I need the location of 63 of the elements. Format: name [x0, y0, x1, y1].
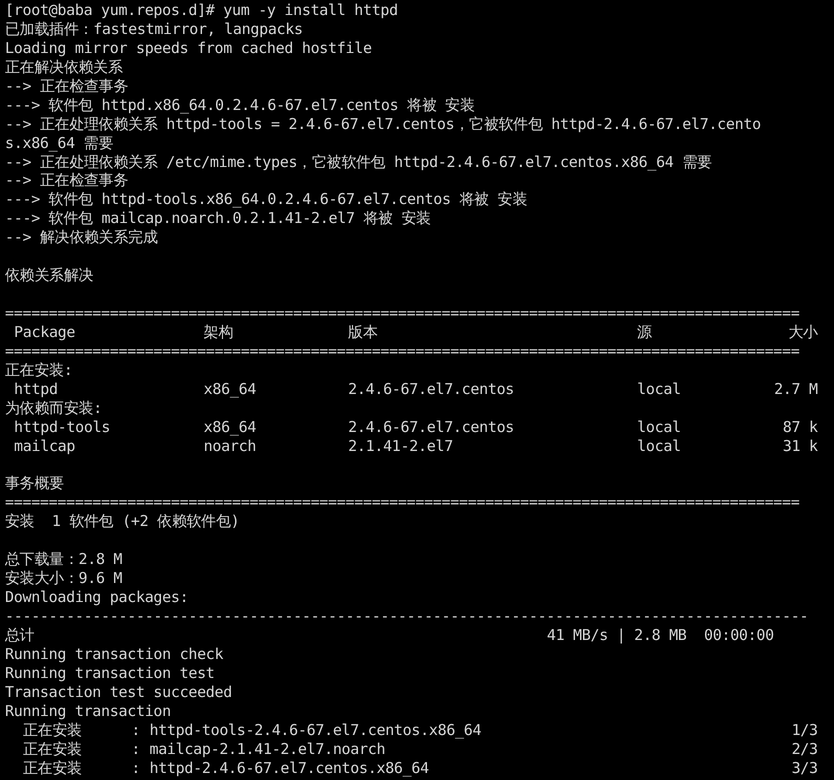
table-cell: x86_64	[204, 380, 256, 399]
terminal-line: 为依赖而安装:	[5, 398, 102, 418]
package-name: httpd-tools-2.4.6-67.el7.centos.x86_64	[149, 720, 482, 740]
total-label: 总计	[5, 626, 34, 645]
table-cell: 2.4.6-67.el7.centos	[348, 418, 514, 437]
terminal-line: Running transaction	[5, 702, 171, 721]
install-status: 正在安装	[23, 740, 82, 759]
colon-separator: :	[131, 720, 140, 740]
column-header: 版本	[348, 322, 378, 342]
terminal-line: [root@baba yum.repos.d]# yum -y install httpd	[5, 1, 398, 20]
table-cell: 31 k	[782, 436, 818, 456]
terminal-line: 事务概要	[5, 474, 64, 494]
column-header: 架构	[204, 322, 234, 342]
terminal-line: --> 正在检查事务	[5, 76, 128, 96]
table-cell: local	[637, 436, 681, 456]
separator-rule: ===========================================================================================	[5, 493, 800, 512]
colon-separator: :	[131, 758, 140, 778]
terminal-line: Loading mirror speeds from cached hostfile	[5, 38, 372, 58]
column-header: Package	[14, 322, 76, 342]
terminal-line: 安装 1 软件包 (+2 依赖软件包)	[5, 512, 240, 532]
colon-separator: :	[131, 740, 140, 759]
table-cell: x86_64	[204, 418, 256, 437]
table-cell: 2.1.41-2.el7	[348, 436, 453, 456]
terminal-line: --> 正在处理依赖关系 /etc/mime.types，它被软件包 httpd-2.4.6-67.el7.centos.x86_64 需要	[5, 152, 712, 172]
terminal-line: 已加载插件：fastestmirror, langpacks	[5, 20, 303, 39]
table-cell: mailcap	[14, 436, 76, 456]
terminal-line: 安装大小：9.6 M	[5, 569, 122, 588]
table-cell: local	[637, 418, 681, 437]
terminal-line: 正在安装:	[5, 360, 73, 380]
progress-count: 2/3	[792, 740, 818, 759]
table-cell: 87 k	[782, 418, 818, 437]
table-cell: httpd-tools	[14, 418, 110, 437]
terminal-line: ---> 软件包 mailcap.noarch.0.2.1.41-2.el7 将被 安装	[5, 209, 431, 228]
table-cell: 2.4.6-67.el7.centos	[348, 380, 514, 399]
terminal-line: Transaction test succeeded	[5, 682, 232, 702]
progress-count: 3/3	[792, 758, 818, 778]
separator-rule: ===========================================================================================	[5, 342, 800, 361]
terminal-line: Running transaction test	[5, 664, 215, 683]
install-status: 正在安装	[23, 720, 82, 740]
table-cell: noarch	[204, 436, 256, 456]
progress-count: 1/3	[792, 720, 818, 740]
table-cell: local	[637, 380, 681, 399]
separator-rule: ===========================================================================================	[5, 304, 800, 323]
terminal-line: Running transaction check	[5, 644, 224, 664]
table-cell: httpd	[14, 380, 58, 399]
download-summary: 41 MB/s | 2.8 MB 00:00:00	[546, 626, 774, 645]
terminal-line: --> 解决依赖关系完成	[5, 228, 158, 248]
terminal-line: --> 正在检查事务	[5, 171, 128, 190]
terminal-line: s.x86_64 需要	[5, 134, 113, 153]
separator-rule: --------------------------------------------------------------------------------------------	[5, 607, 808, 626]
table-cell: 2.7 M	[774, 380, 818, 399]
terminal-line: ---> 软件包 httpd.x86_64.0.2.4.6-67.el7.centos 将被 安装	[5, 96, 475, 115]
package-name: mailcap-2.1.41-2.el7.noarch	[149, 740, 386, 759]
package-name: httpd-2.4.6-67.el7.centos.x86_64	[149, 758, 429, 778]
terminal-line: 依赖关系解决	[5, 266, 94, 286]
column-header: 大小	[788, 322, 818, 342]
terminal-line: Downloading packages:	[5, 588, 188, 608]
column-header: 源	[637, 322, 652, 342]
terminal-line: ---> 软件包 httpd-tools.x86_64.0.2.4.6-67.el7.centos 将被 安装	[5, 190, 527, 210]
terminal-line: --> 正在处理依赖关系 httpd-tools = 2.4.6-67.el7.centos，它被软件包 httpd-2.4.6-67.el7.cento	[5, 114, 761, 134]
install-status: 正在安装	[23, 758, 82, 778]
terminal-line: 总下载量：2.8 M	[5, 550, 122, 570]
terminal-line: 正在解决依赖关系	[5, 58, 123, 77]
